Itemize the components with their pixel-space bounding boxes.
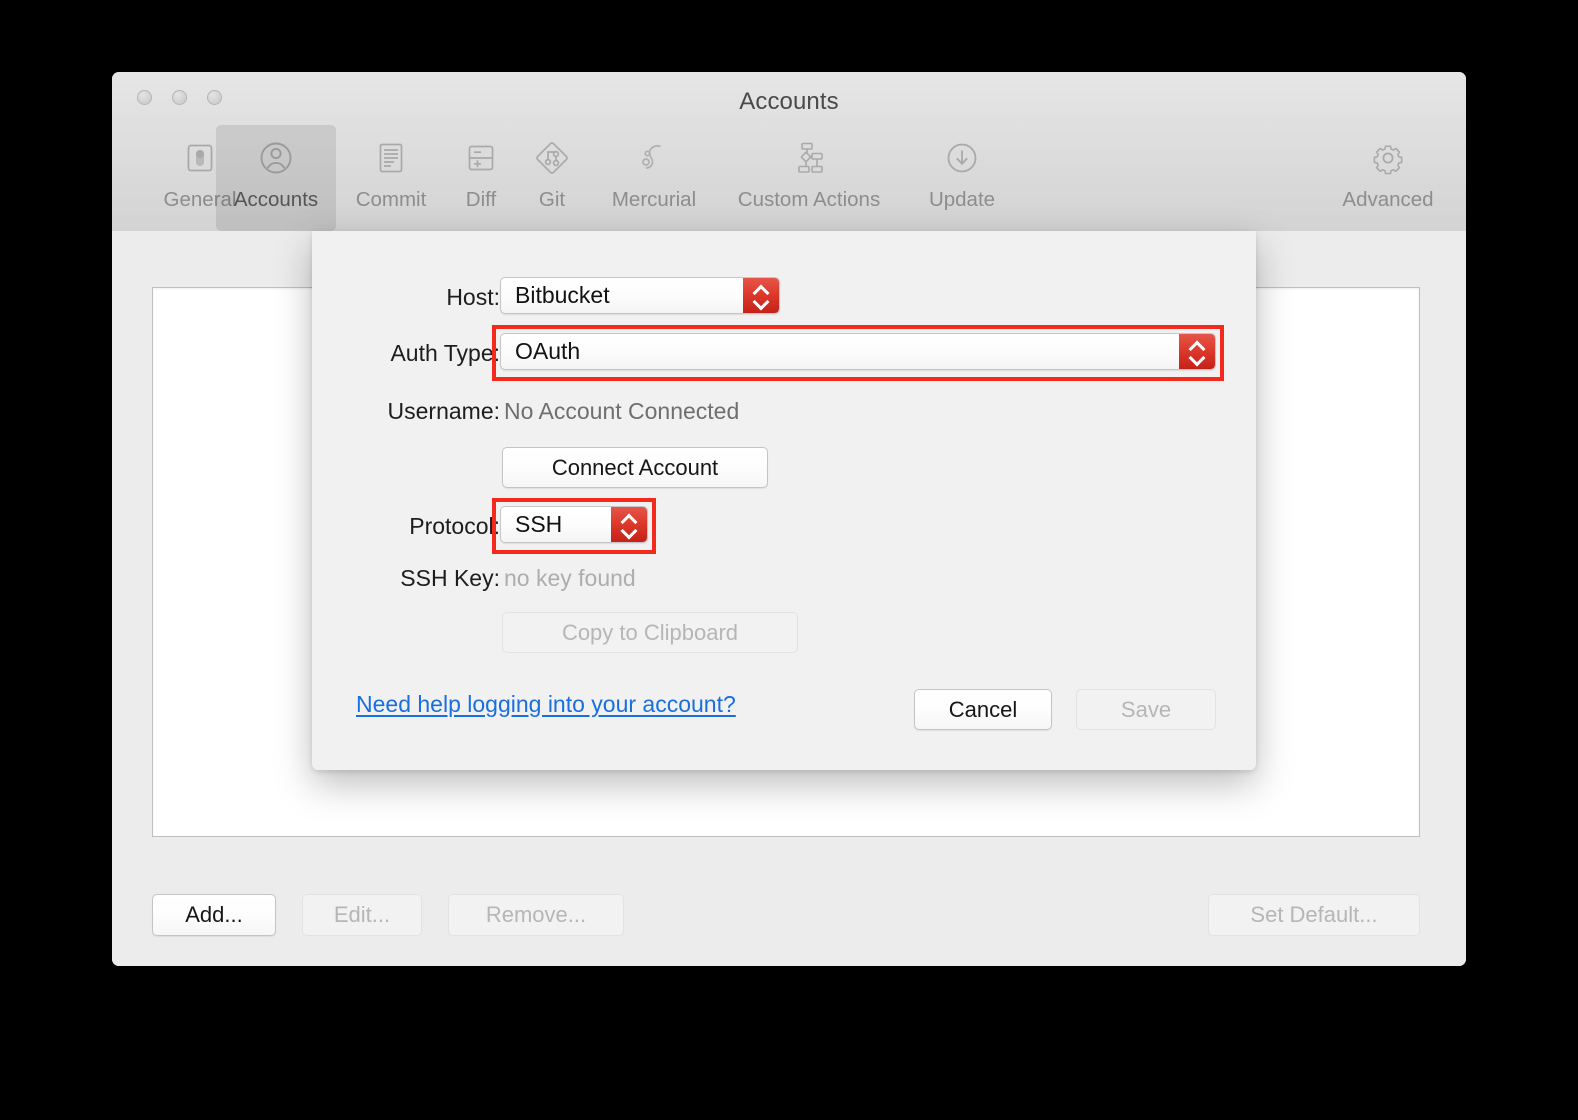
chevron-down-icon xyxy=(754,298,768,306)
chevron-up-icon xyxy=(622,515,636,523)
copy-to-clipboard-button[interactable]: Copy to Clipboard xyxy=(502,612,798,653)
protocol-popup-value: SSH xyxy=(501,511,611,538)
auth-type-label: Auth Type: xyxy=(180,333,500,373)
chevron-up-icon xyxy=(754,286,768,294)
screen: Accounts General xyxy=(0,0,1578,1120)
cancel-button[interactable]: Cancel xyxy=(914,689,1052,730)
tab-custom-actions[interactable]: Custom Actions xyxy=(712,125,906,231)
tab-diff[interactable]: Diff xyxy=(445,125,517,231)
tab-commit[interactable]: Commit xyxy=(339,125,443,231)
account-edit-sheet: Host: Bitbucket Auth Type: OAuth xyxy=(312,231,1256,770)
accounts-action-bar: Add... Edit... Remove... Set Default... xyxy=(112,894,1466,936)
add-button[interactable]: Add... xyxy=(152,894,276,936)
tab-custom-actions-label: Custom Actions xyxy=(738,188,880,212)
download-circle-icon xyxy=(939,135,985,181)
host-stepper-icon[interactable] xyxy=(743,278,779,313)
host-popup-value: Bitbucket xyxy=(501,282,743,309)
remove-button[interactable]: Remove... xyxy=(448,894,624,936)
window-toolbar: Accounts General xyxy=(112,72,1466,232)
help-link[interactable]: Need help logging into your account? xyxy=(356,691,736,718)
auth-type-popup-button[interactable]: OAuth xyxy=(500,333,1216,370)
protocol-stepper-icon[interactable] xyxy=(611,507,647,542)
git-branch-icon xyxy=(529,135,575,181)
user-circle-icon xyxy=(253,135,299,181)
tab-commit-label: Commit xyxy=(356,188,427,212)
username-row: Username: No Account Connected xyxy=(312,391,1256,431)
mercurial-icon xyxy=(631,135,677,181)
tab-diff-label: Diff xyxy=(466,188,496,212)
tab-advanced[interactable]: Advanced xyxy=(1325,125,1451,231)
ssh-key-label: SSH Key: xyxy=(180,558,500,598)
chevron-down-icon xyxy=(622,527,636,535)
page-title: Accounts xyxy=(112,88,1466,116)
auth-type-popup-value: OAuth xyxy=(501,338,1179,365)
tab-accounts-label: Accounts xyxy=(234,188,318,212)
protocol-popup-button[interactable]: SSH xyxy=(500,506,648,543)
chevron-up-icon xyxy=(1190,342,1204,350)
protocol-label: Protocol: xyxy=(180,506,500,546)
accounts-pane: Add... Edit... Remove... Set Default... … xyxy=(112,231,1466,966)
preferences-window: Accounts General xyxy=(112,72,1466,966)
tab-git[interactable]: Git xyxy=(518,125,586,231)
edit-button[interactable]: Edit... xyxy=(302,894,422,936)
tab-update[interactable]: Update xyxy=(906,125,1018,231)
username-value: No Account Connected xyxy=(504,391,739,431)
gear-icon xyxy=(1365,135,1411,181)
protocol-row: Protocol: SSH xyxy=(312,506,1256,546)
host-label: Host: xyxy=(180,277,500,317)
ssh-key-value: no key found xyxy=(504,558,636,598)
tab-accounts[interactable]: Accounts xyxy=(216,125,336,231)
tab-mercurial-label: Mercurial xyxy=(612,188,696,212)
toolbar-tabs: General Accounts xyxy=(112,125,1466,231)
plus-minus-icon xyxy=(458,135,504,181)
ssh-key-row: SSH Key: no key found xyxy=(312,558,1256,598)
connect-account-button[interactable]: Connect Account xyxy=(502,447,768,488)
tab-git-label: Git xyxy=(539,188,565,212)
host-row: Host: Bitbucket xyxy=(312,277,1256,317)
save-button[interactable]: Save xyxy=(1076,689,1216,730)
tab-mercurial[interactable]: Mercurial xyxy=(589,125,719,231)
set-default-button[interactable]: Set Default... xyxy=(1208,894,1420,936)
host-popup-button[interactable]: Bitbucket xyxy=(500,277,780,314)
auth-type-stepper-icon[interactable] xyxy=(1179,334,1215,369)
tab-advanced-label: Advanced xyxy=(1342,188,1433,212)
auth-type-row: Auth Type: OAuth xyxy=(312,333,1256,373)
username-label: Username: xyxy=(180,391,500,431)
document-lines-icon xyxy=(368,135,414,181)
chevron-down-icon xyxy=(1190,354,1204,362)
tab-update-label: Update xyxy=(929,188,995,212)
workflow-nodes-icon xyxy=(786,135,832,181)
